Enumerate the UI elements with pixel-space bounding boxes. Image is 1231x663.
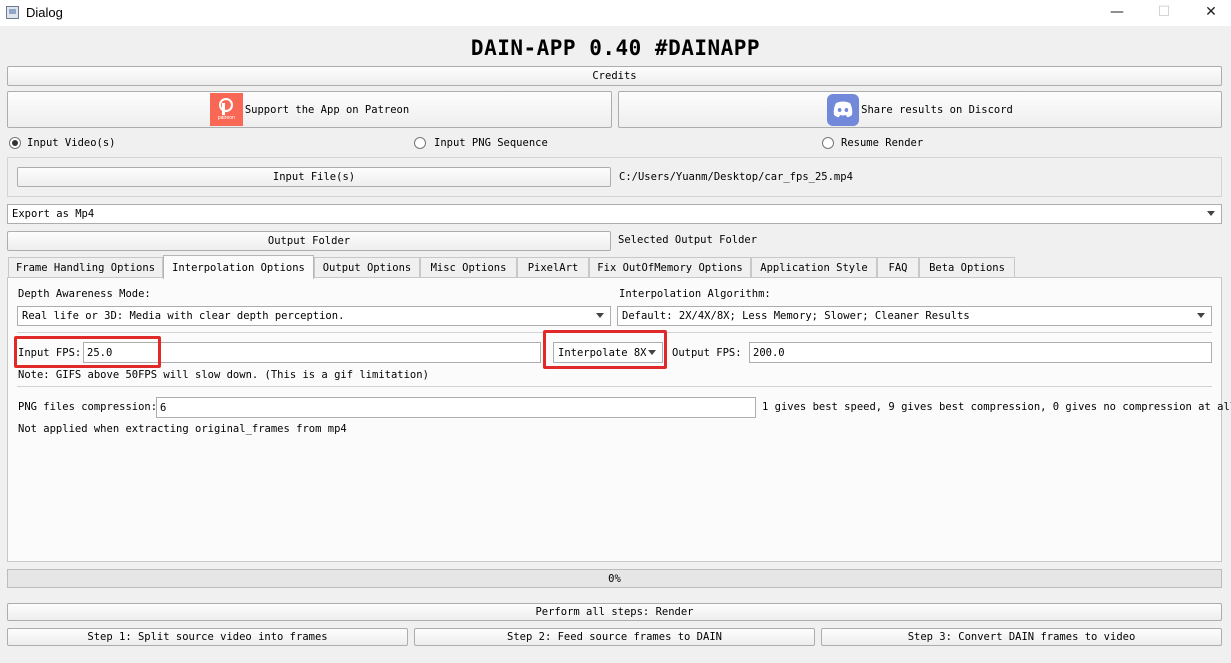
patreon-label: Support the App on Patreon: [244, 103, 410, 116]
radio-input-png-label: Input PNG Sequence: [434, 137, 548, 149]
output-fps-label: Output FPS:: [672, 347, 742, 359]
depth-awareness-value: Real life or 3D: Media with clear depth …: [22, 310, 345, 322]
tab-fix-outofmemory-options[interactable]: Fix OutOfMemory Options: [589, 257, 751, 278]
tab-faq[interactable]: FAQ: [877, 257, 919, 278]
tab-beta-options[interactable]: Beta Options: [919, 257, 1015, 278]
input-fps-highlight: [14, 336, 161, 368]
credits-label: Credits: [592, 70, 637, 82]
radio-input-video-label: Input Video(s): [27, 137, 116, 149]
output-folder-label: Output Folder: [267, 235, 351, 247]
render-all-label: Perform all steps: Render: [535, 606, 694, 618]
tab-application-style[interactable]: Application Style: [751, 257, 877, 278]
discord-button[interactable]: Share results on Discord: [618, 91, 1222, 128]
close-button[interactable]: ✕: [1188, 0, 1231, 26]
tab-pixelart[interactable]: PixelArt: [517, 257, 589, 278]
patreon-icon: patreon: [209, 93, 243, 126]
maximize-button: ☐: [1157, 4, 1171, 20]
gif-note: Note: GIFS above 50FPS will slow down. (…: [18, 369, 429, 381]
tab-label: PixelArt: [527, 262, 579, 274]
depth-awareness-select[interactable]: Real life or 3D: Media with clear depth …: [17, 306, 611, 326]
step2-feed-dain-button[interactable]: Step 2: Feed source frames to DAIN: [414, 628, 815, 646]
chevron-down-icon: [1197, 313, 1205, 318]
separator: [17, 386, 1212, 387]
minimize-button[interactable]: —: [1094, 0, 1140, 26]
window-title: Dialog: [26, 5, 63, 20]
radio-resume-render[interactable]: Resume Render: [822, 137, 923, 149]
input-file-path: C:/Users/Yuanm/Desktop/car_fps_25.mp4: [619, 171, 853, 183]
step3-label: Step 3: Convert DAIN frames to video: [907, 631, 1136, 643]
title-bar: Dialog — ☐ ✕: [0, 0, 1231, 26]
progress-text: 0%: [608, 572, 621, 585]
render-all-button[interactable]: Perform all steps: Render: [7, 603, 1222, 621]
tab-label: Interpolation Options: [172, 261, 305, 274]
tab-label: Fix OutOfMemory Options: [597, 262, 743, 274]
step3-convert-button[interactable]: Step 3: Convert DAIN frames to video: [821, 628, 1222, 646]
png-compression-value: 6: [160, 401, 167, 414]
selected-output-folder: Selected Output Folder: [618, 234, 758, 246]
interpolation-algorithm-label: Interpolation Algorithm:: [619, 288, 771, 300]
interpolation-algorithm-value: Default: 2X/4X/8X; Less Memory; Slower; …: [622, 310, 970, 322]
app-icon: [6, 6, 19, 19]
png-compression-hint: 1 gives best speed, 9 gives best compres…: [762, 401, 1231, 413]
discord-icon: [827, 93, 860, 126]
tab-frame-handling-options[interactable]: Frame Handling Options: [8, 257, 163, 278]
interpolate-highlight: [543, 330, 667, 369]
output-folder-button[interactable]: Output Folder: [7, 231, 611, 251]
patreon-logo-text: patreon: [217, 115, 235, 121]
radio-input-video-indicator[interactable]: [9, 137, 21, 149]
app-header-title: DAIN-APP 0.40 #DAINAPP: [470, 36, 761, 60]
depth-awareness-label: Depth Awareness Mode:: [18, 288, 151, 300]
tab-interpolation-options[interactable]: Interpolation Options: [163, 255, 314, 279]
patreon-button[interactable]: patreon Support the App on Patreon: [7, 91, 612, 128]
output-fps-value: 200.0: [753, 346, 785, 359]
tab-label: Output Options: [322, 262, 412, 274]
radio-input-png-sequence[interactable]: Input PNG Sequence: [414, 137, 548, 149]
input-file-label: Input File(s): [272, 171, 356, 183]
export-format-value: Export as Mp4: [12, 208, 95, 220]
png-compression-field[interactable]: 6: [156, 397, 756, 418]
step2-label: Step 2: Feed source frames to DAIN: [507, 631, 722, 643]
render-progress-bar: 0%: [7, 569, 1222, 588]
tab-output-options[interactable]: Output Options: [314, 257, 420, 278]
tab-label: FAQ: [888, 262, 908, 274]
export-format-select[interactable]: Export as Mp4: [7, 204, 1222, 224]
png-compression-note: Not applied when extracting original_fra…: [18, 423, 347, 435]
step1-split-button[interactable]: Step 1: Split source video into frames: [7, 628, 408, 646]
radio-resume-render-indicator[interactable]: [822, 137, 834, 149]
chevron-down-icon: [1207, 211, 1215, 216]
output-fps-field[interactable]: 200.0: [749, 342, 1212, 363]
chevron-down-icon: [596, 313, 604, 318]
input-file-button[interactable]: Input File(s): [17, 167, 611, 187]
radio-input-video[interactable]: Input Video(s): [9, 137, 116, 149]
tab-label: Misc Options: [430, 262, 507, 274]
png-compression-label: PNG files compression:: [18, 401, 158, 413]
tab-label: Frame Handling Options: [15, 262, 156, 274]
interpolation-algorithm-select[interactable]: Default: 2X/4X/8X; Less Memory; Slower; …: [617, 306, 1212, 326]
discord-label: Share results on Discord: [861, 103, 1013, 116]
step1-label: Step 1: Split source video into frames: [87, 631, 328, 643]
credits-button[interactable]: Credits: [7, 66, 1222, 86]
tab-misc-options[interactable]: Misc Options: [420, 257, 517, 278]
radio-input-png-indicator[interactable]: [414, 137, 426, 149]
tab-label: Beta Options: [929, 262, 1005, 274]
tab-label: Application Style: [760, 262, 868, 274]
radio-resume-render-label: Resume Render: [841, 137, 924, 149]
